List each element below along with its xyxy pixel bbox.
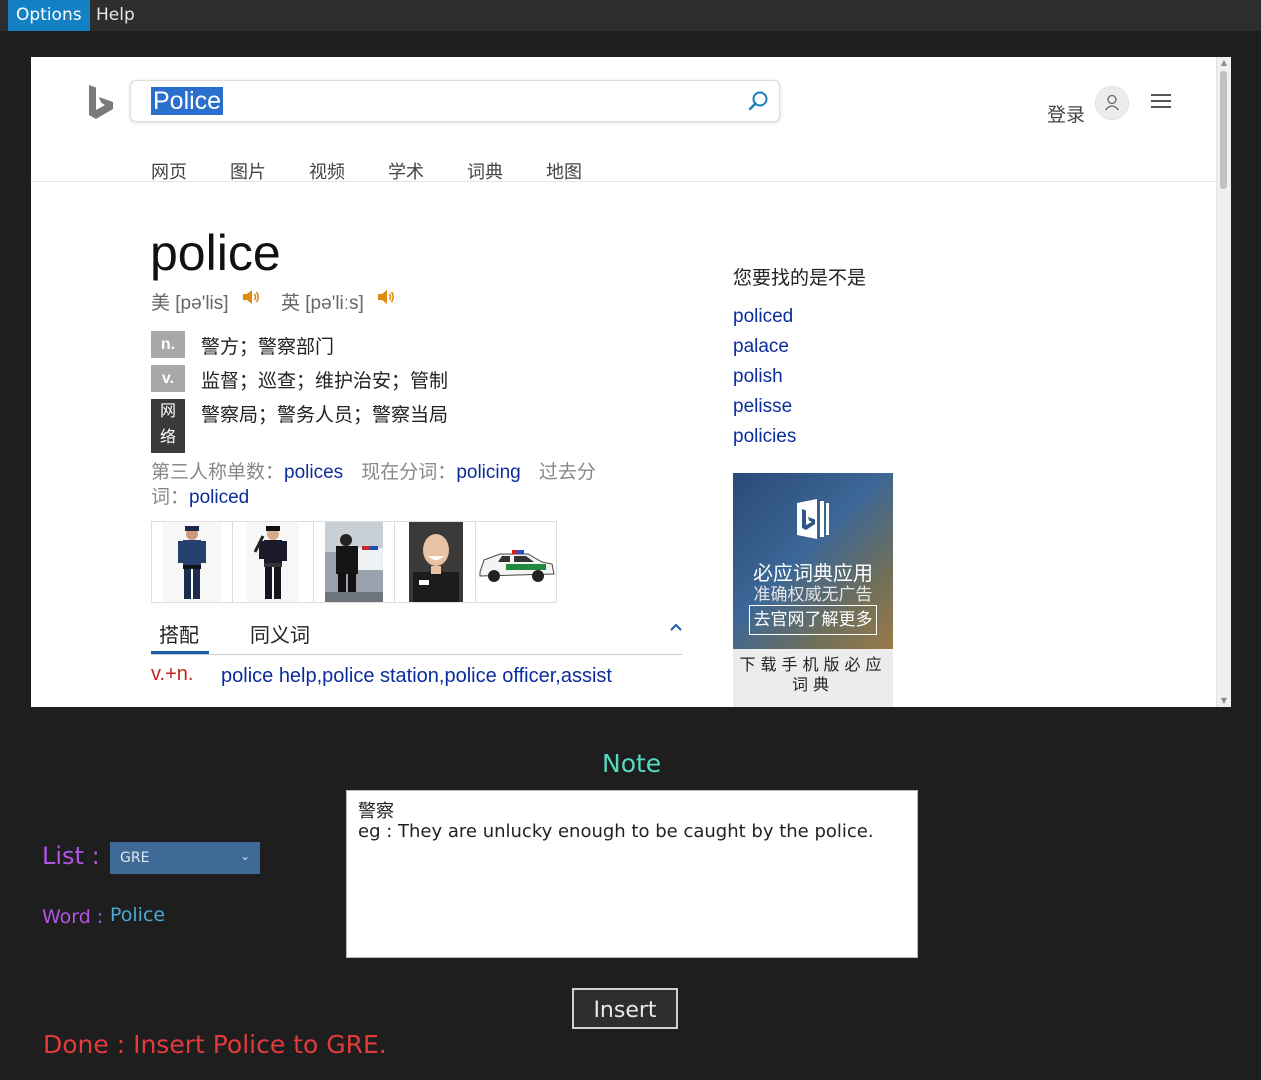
ad-footer[interactable]: 下载手机版必应词典: [733, 649, 893, 707]
ad-subtitle: 准确权威无广告: [753, 585, 873, 605]
tab-divider: [151, 654, 682, 655]
login-link[interactable]: 登录: [1047, 100, 1085, 127]
definition-verb: 监督；巡查；维护治安；管制: [201, 370, 449, 392]
did-you-mean-heading: 您要找的是不是: [733, 267, 867, 289]
word-forms: 第三人称单数：polices 现在分词：policing 过去分词：police…: [151, 460, 631, 510]
form-third-link[interactable]: polices: [284, 462, 343, 483]
pos-web-badge: 网络: [151, 399, 185, 453]
police-image-4[interactable]: [395, 522, 476, 602]
collocation-pos: v.+n.: [151, 663, 194, 685]
scroll-down-icon[interactable]: ▼: [1217, 695, 1231, 707]
ad-footer-text: 下载手机版必应词典: [739, 655, 887, 694]
nav-divider: [31, 181, 1217, 182]
form-present-link[interactable]: policing: [456, 462, 520, 483]
suggestion-link[interactable]: palace: [733, 336, 789, 358]
insert-button[interactable]: Insert: [572, 988, 678, 1029]
list-selected-value: GRE: [120, 850, 150, 866]
list-dropdown[interactable]: GRE ⌄: [110, 842, 260, 874]
pos-noun-badge: n.: [151, 331, 185, 358]
browser-scrollbar[interactable]: ▲ ▼: [1216, 57, 1231, 707]
forms-present-label: 现在分词：: [361, 461, 457, 483]
definition-noun: 警方；警察部门: [201, 336, 335, 358]
image-strip: [151, 521, 557, 603]
pos-verb-badge: v.: [151, 365, 185, 392]
forms-third-label: 第三人称单数：: [151, 461, 285, 483]
note-line: 警察: [358, 801, 394, 822]
police-image-3[interactable]: [314, 522, 395, 602]
form-past-link[interactable]: policed: [189, 487, 249, 508]
suggestion-link[interactable]: polish: [733, 366, 783, 388]
menu-options[interactable]: Options: [8, 0, 90, 31]
note-line: eg : They are unlucky enough to be caugh…: [358, 821, 874, 842]
speaker-us-icon[interactable]: [241, 287, 261, 307]
suggestion-link[interactable]: policed: [733, 306, 793, 328]
note-title: Note: [602, 749, 662, 778]
word-label: Word :: [42, 906, 104, 928]
app-ad-banner[interactable]: 必应词典应用 准确权威无广告 去官网了解更多: [733, 473, 893, 649]
scrollbar-thumb[interactable]: [1220, 71, 1227, 189]
pronunciation-us: 美 [pə'lis]: [151, 293, 229, 314]
menu-bar: Options Help: [0, 0, 1261, 31]
user-icon: [1104, 94, 1120, 111]
word-value: Police: [110, 904, 166, 926]
search-input[interactable]: Police: [151, 87, 224, 115]
collocation-links[interactable]: police help,police station,police office…: [221, 665, 612, 688]
scroll-up-icon[interactable]: ▲: [1217, 57, 1231, 69]
suggestion-link[interactable]: pelisse: [733, 396, 792, 418]
ad-learn-more-button[interactable]: 去官网了解更多: [749, 605, 877, 635]
menu-hamburger-icon[interactable]: [1151, 94, 1171, 110]
bing-dictionary-logo-icon: [797, 499, 829, 539]
bing-logo-icon: [89, 85, 113, 119]
list-label: List :: [42, 842, 100, 870]
menu-help[interactable]: Help: [88, 0, 143, 31]
chevron-down-icon: ⌄: [239, 849, 250, 863]
status-message: Done : Insert Police to GRE.: [43, 1030, 387, 1059]
note-textarea[interactable]: 警察 eg : They are unlucky enough to be ca…: [346, 790, 918, 958]
police-image-2[interactable]: [233, 522, 314, 602]
pronunciation-uk: 英 [pə'liːs]: [281, 293, 364, 314]
police-image-1[interactable]: [152, 522, 233, 602]
chevron-up-icon[interactable]: [669, 617, 683, 636]
police-image-5[interactable]: [476, 522, 556, 602]
tab-synonym[interactable]: 同义词: [250, 619, 310, 648]
tab-collocation[interactable]: 搭配: [159, 619, 199, 648]
definition-web: 警察局；警务人员；警察当局: [201, 404, 449, 426]
speaker-uk-icon[interactable]: [376, 287, 396, 307]
search-box[interactable]: Police: [130, 80, 780, 122]
search-icon[interactable]: [747, 90, 769, 112]
suggestion-link[interactable]: policies: [733, 426, 796, 448]
avatar[interactable]: [1095, 86, 1129, 120]
browser-view: Police 登录 网页 图片 视频 学术 词典 地图 police 美 [pə…: [31, 57, 1231, 707]
headword: police: [150, 225, 281, 281]
